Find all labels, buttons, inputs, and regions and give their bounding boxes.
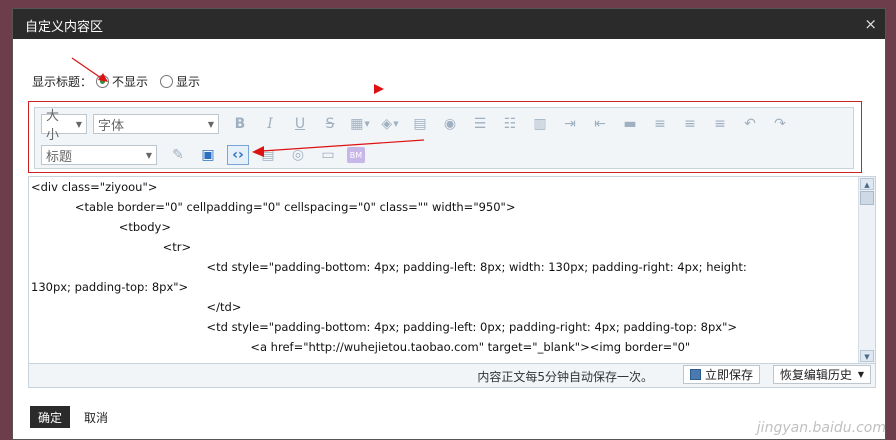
save-now-button[interactable]: 立即保存 (682, 365, 760, 384)
table-grid-icon[interactable]: ▥ (529, 114, 551, 134)
scroll-thumb[interactable] (860, 191, 874, 205)
italic-button[interactable]: I (259, 114, 281, 134)
table-icon[interactable]: ▦ ▼ (349, 114, 371, 134)
cancel-button[interactable]: 取消 (84, 406, 108, 428)
show-title-row: 显示标题： 不显示 显示 (32, 72, 208, 90)
chevron-down-icon: ▼ (75, 119, 82, 129)
image-icon[interactable]: ▤ (409, 114, 431, 134)
chevron-down-icon: ▼ (207, 119, 214, 129)
outdent-icon[interactable]: ⇤ (589, 114, 611, 134)
horizontal-line-icon[interactable]: ▬ (619, 114, 641, 134)
align-left-icon[interactable]: ≡ (649, 114, 671, 134)
autosave-notice: 内容正文每5分钟自动保存一次。 (477, 370, 653, 384)
restore-history-label: 恢复编辑历史 (779, 368, 852, 382)
redo-icon[interactable]: ↷ (769, 114, 791, 134)
code-line: <td style="padding-bottom: 4px; padding-… (31, 260, 747, 274)
save-now-label: 立即保存 (704, 368, 753, 382)
code-line: <div class="ziyoou"> (31, 180, 158, 194)
code-line: <table border="0" cellpadding="0" cellsp… (31, 200, 516, 214)
radio-hide-title-label: 不显示 (112, 74, 149, 89)
preview-icon[interactable]: ▣ (197, 145, 219, 165)
close-icon[interactable]: × (864, 15, 877, 33)
code-line: <td style="padding-bottom: 4px; padding-… (31, 320, 737, 334)
font-size-select-value: 大小 (46, 109, 60, 143)
radio-dot-icon (96, 74, 110, 88)
editor-statusbar: 内容正文每5分钟自动保存一次。 立即保存 恢复编辑历史 ▼ (28, 364, 876, 388)
insert-bm-icon[interactable]: BM (347, 147, 365, 163)
insert-link-icon[interactable]: ◎ (287, 145, 309, 165)
watermark: jingyan.baidu.com (756, 420, 886, 436)
code-line: </td> (31, 300, 242, 314)
scroll-down-icon[interactable]: ▼ (860, 350, 874, 362)
insert-image-icon[interactable]: ▤ (257, 145, 279, 165)
editor-scrollbar[interactable]: ▲ ▼ (858, 177, 875, 363)
radio-show-title[interactable]: 显示 (160, 73, 200, 90)
numbered-list-icon[interactable]: ☷ (499, 114, 521, 134)
align-right-icon[interactable]: ≡ (709, 114, 731, 134)
bold-button[interactable]: B (229, 114, 251, 134)
emoticon-icon[interactable]: ◉ (439, 114, 461, 134)
heading-select[interactable]: 标题 ▼ (41, 145, 157, 165)
font-family-select-value: 字体 (98, 118, 125, 134)
strikethrough-button[interactable]: S (319, 114, 341, 134)
heading-select-value: 标题 (46, 149, 73, 165)
font-size-select[interactable]: 大小 ▼ (41, 109, 87, 143)
indent-icon[interactable]: ⇥ (559, 114, 581, 134)
source-editor[interactable]: <div class="ziyoou"> <table border="0" c… (28, 176, 876, 364)
source-code-icon[interactable]: ‹› (227, 145, 249, 165)
toolbar-row-1: 大小 ▼ 字体 ▼ B I U S ▦ ▼ ◈ ▼ ▤ ◉ ☰ ☷ ▥ ⇥ ⇤ ▬ ≡ … (41, 109, 799, 143)
toolbar-row-2: 标题 ▼ ✎ ▣ ‹› ▤ ◎ ▭ BM (41, 144, 373, 166)
radio-show-title-label: 显示 (176, 74, 201, 89)
dialog-titlebar: 自定义内容区 × (13, 9, 885, 39)
scroll-up-icon[interactable]: ▲ (860, 178, 874, 190)
font-family-select[interactable]: 字体 ▼ (93, 114, 219, 134)
chevron-down-icon: ▼ (857, 370, 864, 379)
undo-icon[interactable]: ↶ (739, 114, 761, 134)
chevron-down-icon: ▼ (145, 150, 152, 160)
insert-media-icon[interactable]: ▭ (317, 145, 339, 165)
show-title-label: 显示标题： (32, 74, 93, 89)
code-line: <tr> (31, 240, 192, 254)
restore-history-button[interactable]: 恢复编辑历史 ▼ (772, 365, 871, 384)
save-icon (689, 369, 701, 380)
dialog-title: 自定义内容区 (25, 20, 104, 35)
clear-format-icon[interactable]: ✎ (167, 145, 189, 165)
underline-button[interactable]: U (289, 114, 311, 134)
editor-toolbar: 大小 ▼ 字体 ▼ B I U S ▦ ▼ ◈ ▼ ▤ ◉ ☰ ☷ ▥ ⇥ ⇤ ▬ ≡ … (34, 107, 854, 169)
align-center-icon[interactable]: ≡ (679, 114, 701, 134)
radio-dot-icon (160, 74, 174, 88)
fill-color-icon[interactable]: ◈ ▼ (379, 114, 401, 134)
code-line: <a href="http://wuhejietou.taobao.com" t… (31, 340, 691, 354)
code-line: 130px; padding-top: 8px"> (31, 280, 189, 294)
radio-hide-title[interactable]: 不显示 (96, 73, 148, 90)
confirm-button[interactable]: 确定 (30, 406, 70, 428)
bulleted-list-icon[interactable]: ☰ (469, 114, 491, 134)
code-line: <tbody> (31, 220, 171, 234)
source-code-area[interactable]: <div class="ziyoou"> <table border="0" c… (29, 177, 858, 363)
